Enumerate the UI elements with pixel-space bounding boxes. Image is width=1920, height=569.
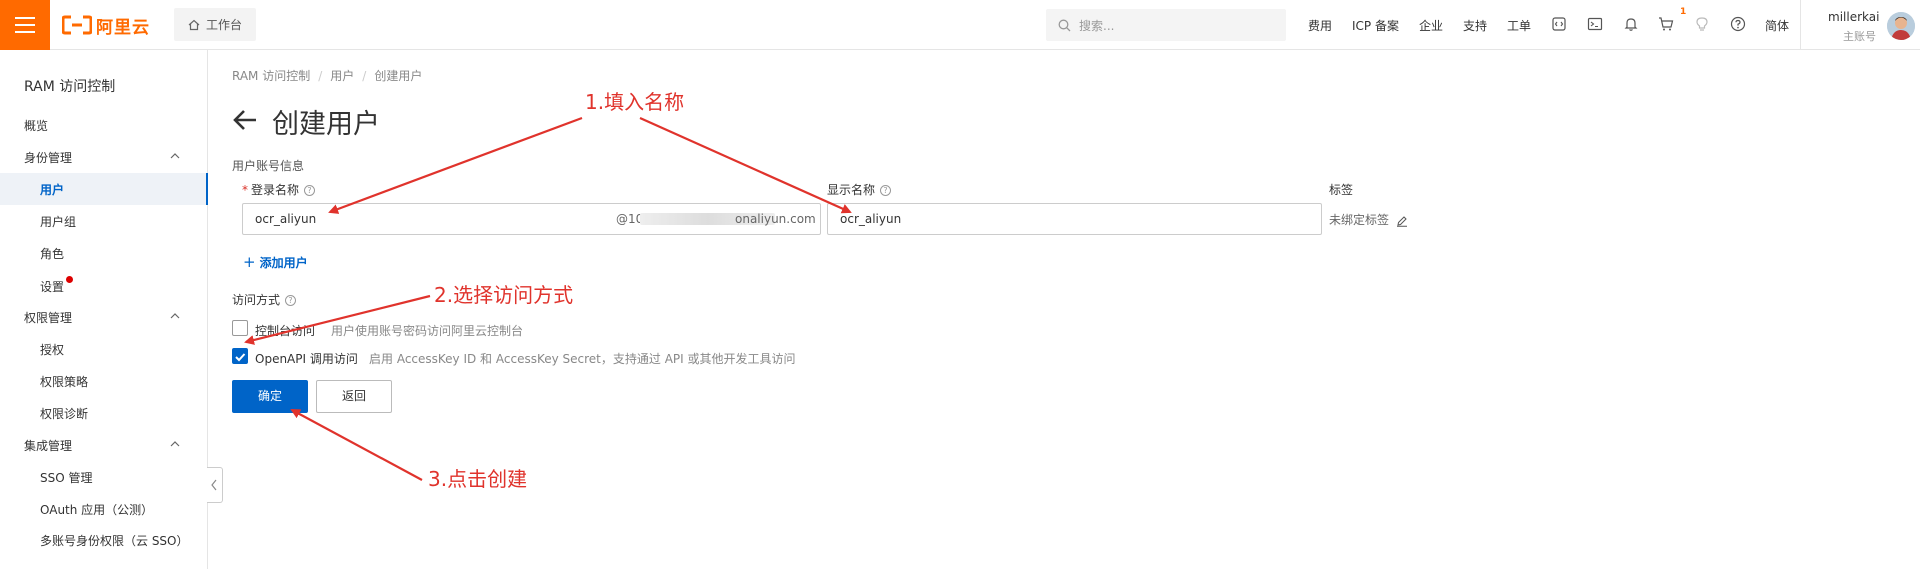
chevron-left-icon <box>211 479 217 491</box>
access-method-label: 访问方式? <box>232 291 297 308</box>
sidebar-group-identity[interactable]: 身份管理 <box>24 149 72 166</box>
menu-icon[interactable] <box>0 0 50 50</box>
logo-text: 阿里云 <box>96 17 150 38</box>
add-user-button[interactable]: + 添加用户 <box>243 253 308 271</box>
back-button[interactable]: 返回 <box>316 380 392 413</box>
sidebar-title: RAM 访问控制 <box>24 79 116 95</box>
annotation-step2: 2.选择访问方式 <box>434 283 574 307</box>
nav-icp[interactable]: ICP 备案 <box>1352 17 1399 34</box>
breadcrumb: RAM 访问控制 / 用户 / 创建用户 <box>232 69 423 83</box>
search-input[interactable]: 搜索... <box>1046 9 1286 41</box>
nav-enterprise[interactable]: 企业 <box>1419 17 1443 34</box>
search-placeholder: 搜索... <box>1079 18 1115 33</box>
sidebar-item-settings[interactable]: 设置 <box>40 278 64 295</box>
sidebar-item-users[interactable]: 用户 <box>40 181 64 198</box>
help-icon[interactable]: ? <box>304 185 316 196</box>
sidebar-item-roles[interactable]: 角色 <box>40 245 64 262</box>
cart-badge: 1 <box>1680 7 1687 17</box>
account-type: 主账号 <box>1843 30 1876 43</box>
tags-value[interactable]: 未绑定标签 <box>1329 211 1408 228</box>
sidebar-item-grants[interactable]: 授权 <box>40 341 64 358</box>
settings-notification-dot <box>66 276 73 283</box>
nav-billing[interactable]: 费用 <box>1308 17 1332 34</box>
sidebar-item-overview[interactable]: 概览 <box>24 117 48 134</box>
back-arrow-icon[interactable] <box>232 107 258 133</box>
user-menu[interactable]: millerkai 主账号 <box>1800 0 1920 50</box>
console-access-label[interactable]: 控制台访问 <box>255 322 315 339</box>
sidebar: RAM 访问控制 概览 身份管理 用户 用户组 角色 设置 权限管理 授权 权限… <box>0 50 208 569</box>
help-icon[interactable]: ? <box>880 185 892 196</box>
openapi-access-label[interactable]: OpenAPI 调用访问 <box>255 350 358 367</box>
annotation-arrows <box>244 116 852 481</box>
login-name-field[interactable]: ocr_aliyun @10 onaliyun.com <box>242 203 821 235</box>
login-suffix-end: onaliyun.com <box>735 212 816 226</box>
display-name-label: 显示名称? <box>827 181 892 198</box>
search-icon <box>1058 19 1071 31</box>
sidebar-item-multi-account[interactable]: 多账号身份权限（云 SSO） <box>40 532 189 549</box>
display-name-field[interactable]: ocr_aliyun <box>827 203 1322 235</box>
code-icon[interactable] <box>1551 16 1567 32</box>
console-access-desc: 用户使用账号密码访问阿里云控制台 <box>331 324 524 338</box>
chevron-up-icon[interactable] <box>170 311 180 321</box>
breadcrumb-ram[interactable]: RAM 访问控制 <box>232 69 310 83</box>
login-name-label: * 登录名称? <box>242 181 316 198</box>
annotation-step3: 3.点击创建 <box>428 467 528 491</box>
cart-icon[interactable] <box>1658 16 1674 32</box>
sidebar-item-diagnosis[interactable]: 权限诊断 <box>40 405 88 422</box>
avatar[interactable] <box>1887 12 1915 40</box>
workbench-label: 工作台 <box>206 18 243 32</box>
openapi-access-desc: 启用 AccessKey ID 和 AccessKey Secret，支持通过 … <box>369 352 796 366</box>
section-account-info: 用户账号信息 <box>232 159 305 173</box>
username: millerkai <box>1828 10 1880 24</box>
chevron-up-icon[interactable] <box>170 151 180 161</box>
nav-support[interactable]: 支持 <box>1463 17 1487 34</box>
avatar-icon <box>1887 12 1915 40</box>
console-access-checkbox[interactable] <box>232 320 248 336</box>
sidebar-group-integration[interactable]: 集成管理 <box>24 437 72 454</box>
display-name-value: ocr_aliyun <box>840 212 902 226</box>
nav-ticket[interactable]: 工单 <box>1507 17 1531 34</box>
aliyun-logo-icon <box>62 15 92 35</box>
home-icon <box>188 19 200 30</box>
login-name-value: ocr_aliyun <box>255 212 317 226</box>
plus-icon: + <box>243 253 256 271</box>
edit-icon[interactable] <box>1396 215 1408 227</box>
sidebar-collapse-button[interactable] <box>207 467 223 503</box>
workbench-tab[interactable]: 工作台 <box>174 8 256 41</box>
lightbulb-icon[interactable] <box>1694 16 1710 32</box>
breadcrumb-current: 创建用户 <box>374 69 423 83</box>
arrow-to-confirm <box>290 409 423 481</box>
sidebar-item-policies[interactable]: 权限策略 <box>40 373 88 390</box>
terminal-icon[interactable] <box>1587 16 1603 32</box>
page-title: 创建用户 <box>272 109 380 140</box>
arrow-to-display-name <box>639 116 852 214</box>
language-switch[interactable]: 简体 <box>1765 17 1789 34</box>
bell-icon[interactable] <box>1623 16 1639 32</box>
aliyun-logo[interactable]: 阿里云 <box>62 13 150 38</box>
openapi-access-checkbox[interactable] <box>232 348 248 364</box>
sidebar-item-users-active[interactable] <box>0 173 208 205</box>
checkmark-icon <box>235 353 246 362</box>
sidebar-group-permissions[interactable]: 权限管理 <box>24 309 72 326</box>
sidebar-item-user-groups[interactable]: 用户组 <box>40 213 76 230</box>
annotation-step1: 1.填入名称 <box>585 90 685 114</box>
chevron-up-icon[interactable] <box>170 439 180 449</box>
breadcrumb-users[interactable]: 用户 <box>330 69 354 83</box>
sidebar-item-sso[interactable]: SSO 管理 <box>40 469 93 486</box>
help-icon[interactable] <box>1730 16 1746 32</box>
tags-label: 标签 <box>1329 183 1354 197</box>
confirm-button[interactable]: 确定 <box>232 380 308 413</box>
sidebar-item-oauth[interactable]: OAuth 应用（公测） <box>40 501 153 518</box>
help-icon[interactable]: ? <box>285 295 297 306</box>
top-bar: 阿里云 工作台 搜索... 费用 ICP 备案 企业 支持 工单 1 简体 mi… <box>0 0 1920 50</box>
